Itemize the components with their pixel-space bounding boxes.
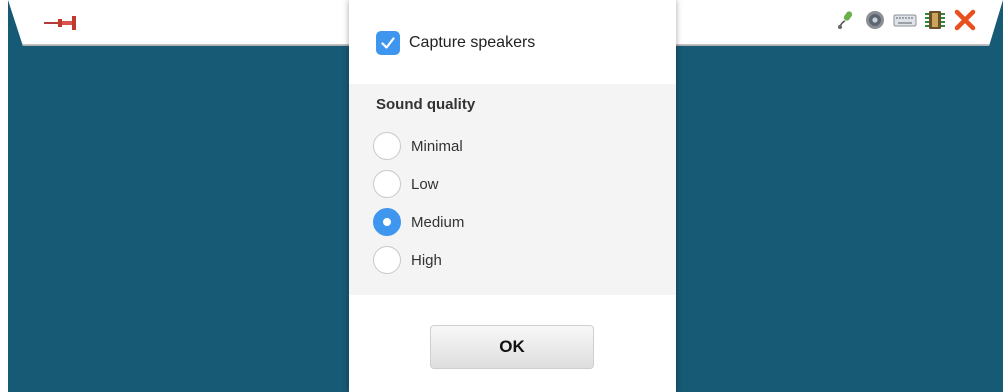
radio-option-low[interactable]: Low: [373, 169, 439, 199]
capture-speakers-checkbox[interactable]: [376, 31, 400, 55]
radio-option-minimal[interactable]: Minimal: [373, 131, 463, 161]
sound-quality-title: Sound quality: [376, 96, 476, 113]
radio-medium[interactable]: [373, 208, 401, 236]
audio-settings-dialog: Capture speakers Sound quality Minimal L…: [349, 0, 676, 392]
radio-option-medium[interactable]: Medium: [373, 207, 464, 237]
ok-button[interactable]: OK: [430, 325, 594, 369]
microphone-icon[interactable]: [833, 8, 857, 32]
radio-high[interactable]: [373, 246, 401, 274]
capture-speakers-label: Capture speakers: [409, 34, 536, 51]
speaker-icon[interactable]: [863, 8, 887, 32]
radio-low[interactable]: [373, 170, 401, 198]
pushpin-icon[interactable]: [42, 11, 82, 35]
sound-quality-panel: Sound quality Minimal Low Medium High: [349, 84, 676, 295]
radio-option-high[interactable]: High: [373, 245, 442, 275]
radio-label-low: Low: [411, 175, 439, 193]
keyboard-icon[interactable]: [893, 8, 917, 32]
checkmark-icon: [381, 37, 395, 49]
radio-label-minimal: Minimal: [411, 137, 463, 155]
close-icon[interactable]: [953, 8, 977, 32]
radio-minimal[interactable]: [373, 132, 401, 160]
chip-icon[interactable]: [923, 8, 947, 32]
capture-speakers-row[interactable]: Capture speakers: [376, 28, 535, 58]
radio-label-high: High: [411, 251, 442, 269]
radio-label-medium: Medium: [411, 213, 465, 231]
